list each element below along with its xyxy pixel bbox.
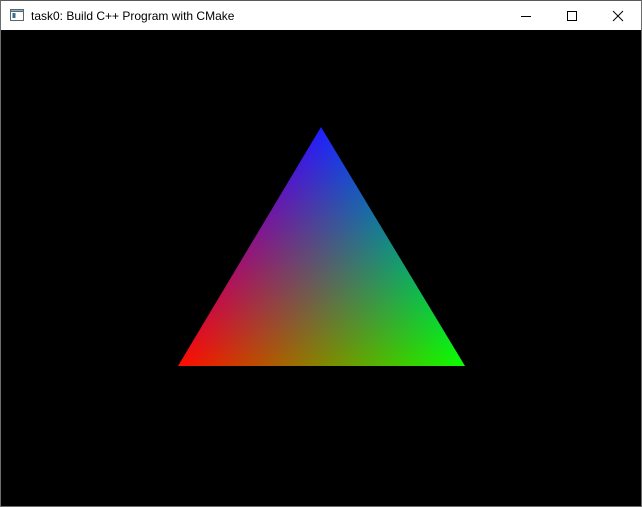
app-window: task0: Build C++ Program with CMake <box>0 0 642 507</box>
opengl-canvas <box>178 127 465 366</box>
close-icon <box>612 10 624 21</box>
minimize-icon <box>521 15 531 17</box>
rgb-triangle <box>178 127 465 366</box>
window-title: task0: Build C++ Program with CMake <box>31 9 235 23</box>
maximize-icon <box>567 10 577 21</box>
app-icon <box>10 9 24 21</box>
close-button[interactable] <box>595 1 641 30</box>
title-bar[interactable]: task0: Build C++ Program with CMake <box>1 1 641 30</box>
render-viewport[interactable] <box>1 30 641 506</box>
minimize-button[interactable] <box>503 1 549 30</box>
maximize-button[interactable] <box>549 1 595 30</box>
